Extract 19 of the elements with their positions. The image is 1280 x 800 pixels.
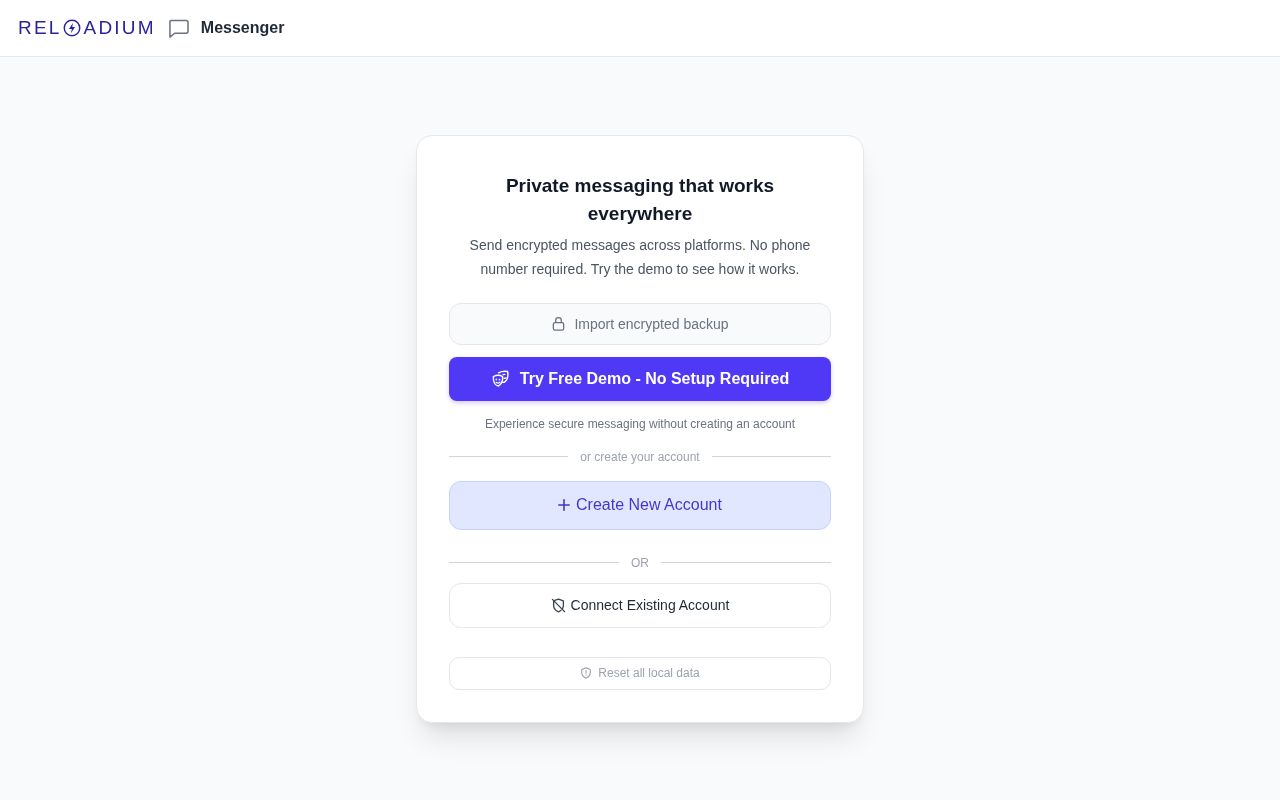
try-demo-button[interactable]: Try Free Demo - No Setup Required [449,356,831,401]
card-title: Private messaging that works everywhere [504,173,776,226]
lock-icon [551,316,567,331]
theater-masks-icon [490,369,510,388]
logo-text: ADIUM [83,18,156,38]
bolt-circle-icon [62,19,81,37]
card-subtitle: Send encrypted messages across platforms. No phone number required. Try the demo to see how it works. [468,235,812,279]
divider-label: or create your account [580,448,700,465]
shield-off-icon [550,597,566,613]
demo-note: Experience secure messaging without creating an account [483,415,797,432]
logo-text: REL [18,18,62,38]
app-name: Messenger [200,19,285,37]
chat-bubble-icon [167,18,189,38]
import-backup-button[interactable]: Import encrypted backup [449,302,831,345]
create-account-button[interactable]: Create New Account [449,480,831,530]
connect-account-button[interactable]: Connect Existing Account [449,582,831,628]
divider-label: OR [631,554,649,571]
shield-alert-icon [580,667,593,679]
plus-icon [558,499,571,511]
